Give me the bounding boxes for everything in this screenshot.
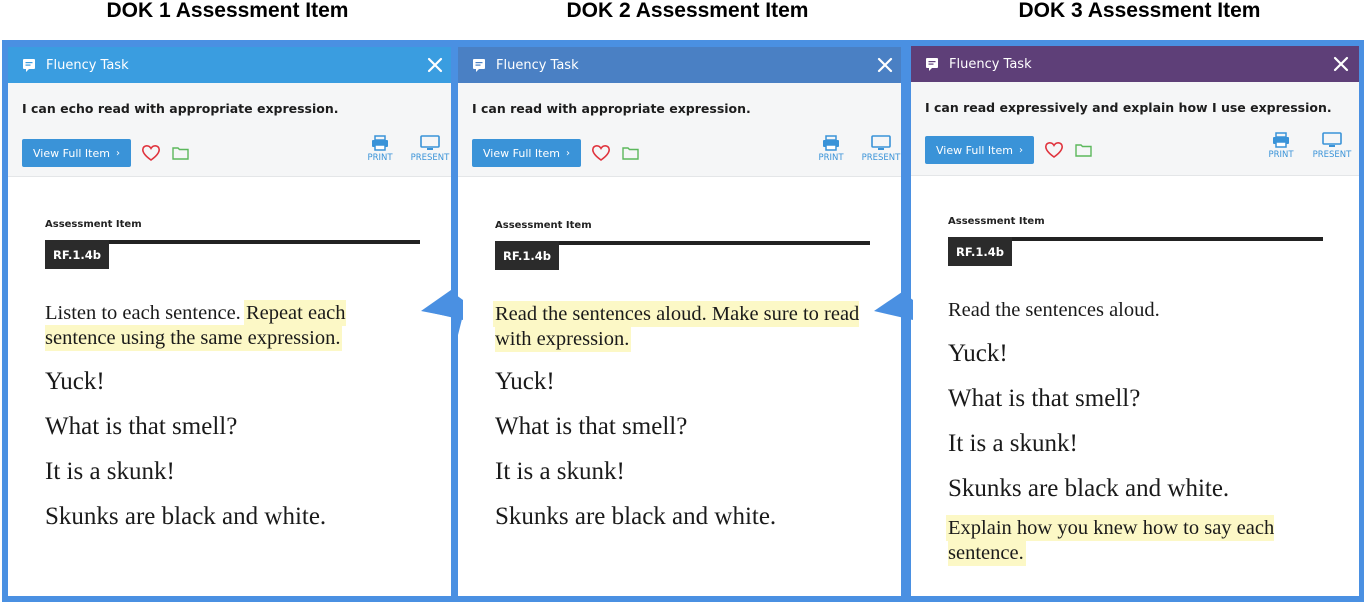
panel-header: Fluency Task	[911, 46, 1359, 82]
sentence-1: Yuck!	[948, 340, 1008, 367]
printer-icon	[823, 135, 839, 151]
learning-objective: I can echo read with appropriate express…	[22, 101, 339, 116]
print-label: PRINT	[1268, 150, 1294, 160]
panel-header: Fluency Task	[458, 47, 901, 83]
toolbar: I can read with appropriate expression. …	[458, 83, 901, 177]
sentence-1: Yuck!	[45, 368, 105, 395]
present-label: PRESENT	[1312, 150, 1352, 160]
standard-badge: RF.1.4b	[495, 241, 559, 270]
assessment-item-label: Assessment Item	[495, 220, 592, 231]
print-button[interactable]: PRINT	[1259, 132, 1303, 160]
panel-title: Fluency Task	[949, 56, 1032, 72]
toolbar: I can echo read with appropriate express…	[8, 83, 451, 177]
close-icon[interactable]	[1329, 52, 1353, 76]
prompt-highlight: Read the sentences aloud. Make sure to r…	[495, 303, 860, 350]
present-button[interactable]: PRESENT	[408, 135, 451, 163]
sentence-2: What is that smell?	[495, 413, 688, 440]
folder-icon[interactable]	[622, 146, 639, 160]
folder-icon[interactable]	[172, 146, 189, 160]
toolbar: I can read expressively and explain how …	[911, 82, 1359, 176]
standard-badge: RF.1.4b	[948, 237, 1012, 266]
heading-dok1: DOK 1 Assessment Item	[106, 0, 349, 22]
printer-icon	[1273, 132, 1289, 148]
item-prompt: Listen to each sentence. Repeat each sen…	[45, 301, 400, 351]
close-icon[interactable]	[873, 53, 897, 77]
standard-badge: RF.1.4b	[45, 240, 109, 269]
view-full-item-button[interactable]: View Full Item ›	[22, 139, 131, 167]
panel-header: Fluency Task	[8, 47, 451, 83]
sentence-1: Yuck!	[495, 368, 555, 395]
panel-dok2: Fluency Task I can read with appropriate…	[458, 47, 901, 596]
view-full-item-label: View Full Item	[936, 143, 1013, 157]
heart-icon[interactable]	[1045, 142, 1063, 158]
monitor-icon	[871, 135, 891, 150]
learning-objective: I can read expressively and explain how …	[925, 100, 1332, 115]
sentence-3: It is a skunk!	[948, 430, 1078, 457]
present-label: PRESENT	[410, 153, 450, 163]
print-button[interactable]: PRINT	[809, 135, 853, 163]
sentence-3: It is a skunk!	[45, 458, 175, 485]
chevron-right-icon: ›	[115, 147, 120, 159]
sentence-3: It is a skunk!	[495, 458, 625, 485]
assessment-item-label: Assessment Item	[948, 216, 1045, 227]
learning-objective: I can read with appropriate expression.	[472, 101, 751, 116]
sentence-2: What is that smell?	[948, 385, 1141, 412]
item-prompt: Read the sentences aloud.	[948, 298, 1328, 323]
heading-dok3: DOK 3 Assessment Item	[1018, 0, 1261, 22]
item-prompt: Read the sentences aloud. Make sure to r…	[495, 302, 875, 352]
view-full-item-label: View Full Item	[483, 146, 560, 160]
heart-icon[interactable]	[592, 145, 610, 161]
panel-title: Fluency Task	[46, 57, 129, 73]
assessment-item-label: Assessment Item	[45, 219, 142, 230]
print-label: PRINT	[367, 153, 393, 163]
panel-title: Fluency Task	[496, 57, 579, 73]
sentence-4: Skunks are black and white.	[495, 503, 777, 530]
print-button[interactable]: PRINT	[358, 135, 402, 163]
panel-dok3: Fluency Task I can read expressively and…	[911, 46, 1359, 596]
prompt-text: Listen to each sentence.	[45, 302, 246, 324]
view-full-item-label: View Full Item	[33, 146, 110, 160]
chevron-right-icon: ›	[565, 147, 570, 159]
item-content: Assessment Item RF.1.4b Read the sentenc…	[911, 176, 1359, 596]
followup-prompt: Explain how you knew how to say each sen…	[948, 516, 1328, 566]
print-label: PRINT	[818, 153, 844, 163]
sentence-4: Skunks are black and white.	[45, 503, 327, 530]
message-icon	[926, 58, 938, 71]
present-button[interactable]: PRESENT	[859, 135, 901, 163]
close-icon[interactable]	[423, 53, 447, 77]
message-icon	[473, 59, 485, 72]
prompt-text: Read the sentences aloud.	[948, 299, 1160, 321]
monitor-icon	[420, 135, 440, 150]
heading-dok2: DOK 2 Assessment Item	[566, 0, 809, 22]
heart-icon[interactable]	[142, 145, 160, 161]
sentence-4: Skunks are black and white.	[948, 475, 1230, 502]
present-button[interactable]: PRESENT	[1310, 132, 1354, 160]
sentence-2: What is that smell?	[45, 413, 238, 440]
view-full-item-button[interactable]: View Full Item ›	[925, 136, 1034, 164]
present-label: PRESENT	[861, 153, 901, 163]
message-icon	[23, 59, 35, 72]
folder-icon[interactable]	[1075, 143, 1092, 157]
printer-icon	[372, 135, 388, 151]
item-content: Assessment Item RF.1.4b Listen to each s…	[8, 177, 451, 596]
chevron-right-icon: ›	[1018, 144, 1023, 156]
panel-dok1: Fluency Task I can echo read with approp…	[8, 47, 451, 596]
view-full-item-button[interactable]: View Full Item ›	[472, 139, 581, 167]
monitor-icon	[1322, 132, 1342, 147]
item-content: Assessment Item RF.1.4b Read the sentenc…	[458, 177, 901, 596]
followup-highlight: Explain how you knew how to say each sen…	[948, 517, 1275, 564]
